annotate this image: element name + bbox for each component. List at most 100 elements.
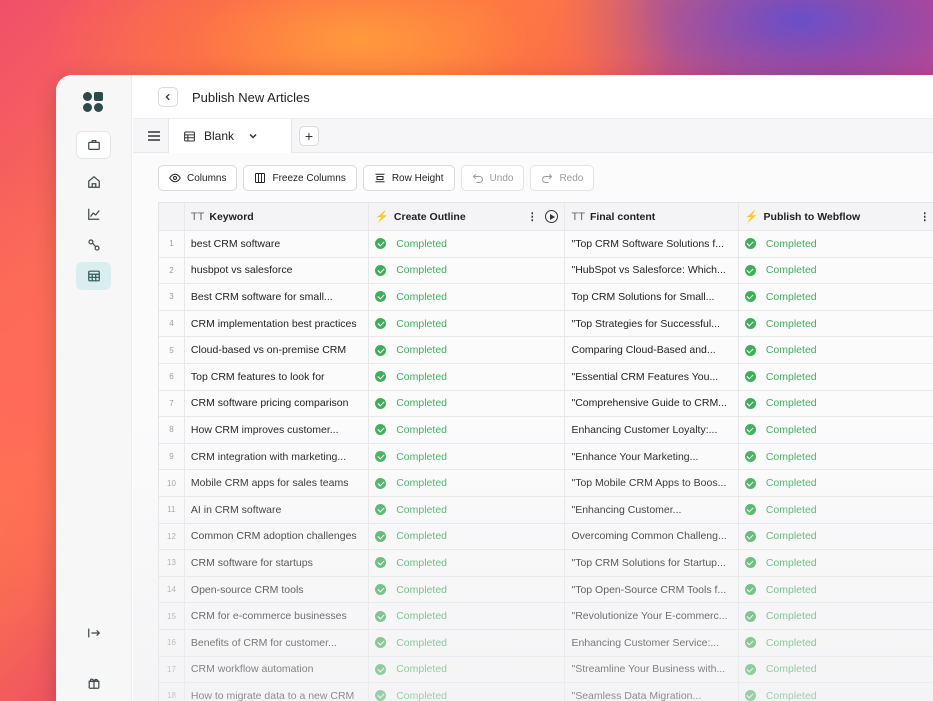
redo-button[interactable]: Redo bbox=[530, 165, 595, 191]
outline-cell[interactable]: Completed bbox=[369, 390, 566, 417]
final-content-cell[interactable]: "Top CRM Software Solutions f... bbox=[565, 231, 739, 257]
final-content-cell[interactable]: Enhancing Customer Loyalty:... bbox=[565, 417, 739, 443]
publish-cell[interactable]: Completed bbox=[739, 311, 933, 337]
run-icon[interactable] bbox=[545, 210, 559, 223]
keyword-cell[interactable]: CRM integration with marketing... bbox=[185, 443, 370, 470]
table-row[interactable]: 14 Open-source CRM tools Completed "Top Ope… bbox=[159, 576, 933, 604]
keyword-cell[interactable]: How to migrate data to a new CRM bbox=[185, 683, 370, 701]
keyword-cell[interactable]: CRM software for startups bbox=[185, 550, 370, 576]
publish-cell[interactable]: Completed bbox=[739, 550, 933, 576]
final-content-cell[interactable]: Top CRM Solutions for Small... bbox=[565, 284, 739, 310]
publish-cell[interactable]: Completed bbox=[739, 444, 933, 470]
final-content-cell[interactable]: "HubSpot vs Salesforce: Which... bbox=[565, 257, 739, 284]
home-icon[interactable] bbox=[76, 168, 111, 196]
outline-cell[interactable]: Completed bbox=[369, 603, 566, 629]
keyword-cell[interactable]: Open-source CRM tools bbox=[185, 576, 370, 603]
menu-icon[interactable] bbox=[146, 128, 162, 144]
column-header-final-content[interactable]: TT Final content bbox=[565, 203, 739, 230]
keyword-cell[interactable]: AI in CRM software bbox=[185, 496, 370, 523]
table-row[interactable]: 2 husbpot vs salesforce Completed "HubSpot … bbox=[159, 257, 933, 285]
keyword-cell[interactable]: CRM software pricing comparison bbox=[185, 390, 370, 417]
column-header-publish-webflow[interactable]: ⚡ Publish to Webflow ⋮ bbox=[739, 203, 933, 230]
table-row[interactable]: 9 CRM integration with marketing... Comple… bbox=[159, 443, 933, 471]
final-content-cell[interactable]: Comparing Cloud-Based and... bbox=[565, 337, 739, 363]
table-row[interactable]: 12 Common CRM adoption challenges Complete… bbox=[159, 523, 933, 551]
keyword-cell[interactable]: CRM for e-commerce businesses bbox=[185, 603, 370, 629]
final-content-cell[interactable]: "Enhance Your Marketing... bbox=[565, 443, 739, 470]
final-content-cell[interactable]: "Comprehensive Guide to CRM... bbox=[565, 390, 739, 417]
outline-cell[interactable]: Completed bbox=[369, 337, 566, 363]
publish-cell[interactable]: Completed bbox=[739, 417, 933, 443]
keyword-cell[interactable]: CRM workflow automation bbox=[185, 656, 370, 683]
outline-cell[interactable]: Completed bbox=[369, 231, 566, 257]
publish-cell[interactable]: Completed bbox=[739, 603, 933, 629]
publish-cell[interactable]: Completed bbox=[739, 391, 933, 417]
outline-cell[interactable]: Completed bbox=[369, 470, 566, 496]
publish-cell[interactable]: Completed bbox=[739, 497, 933, 523]
outline-cell[interactable]: Completed bbox=[369, 417, 566, 443]
outline-cell[interactable]: Completed bbox=[369, 257, 566, 284]
publish-cell[interactable]: Completed bbox=[739, 258, 933, 284]
more-vertical-icon[interactable]: ⋮ bbox=[920, 211, 931, 223]
logout-icon[interactable] bbox=[76, 619, 111, 647]
chart-icon[interactable] bbox=[76, 200, 111, 228]
final-content-cell[interactable]: "Essential CRM Features You... bbox=[565, 363, 739, 390]
publish-cell[interactable]: Completed bbox=[739, 231, 933, 257]
more-vertical-icon[interactable]: ⋮ bbox=[527, 211, 538, 223]
freeze-columns-button[interactable]: Freeze Columns bbox=[243, 165, 357, 191]
keyword-cell[interactable]: Cloud-based vs on-premise CRM bbox=[185, 337, 370, 363]
publish-cell[interactable]: Completed bbox=[739, 337, 933, 363]
row-height-button[interactable]: Row Height bbox=[362, 165, 455, 191]
table-row[interactable]: 7 CRM software pricing comparison Complete… bbox=[159, 390, 933, 418]
undo-button[interactable]: Undo bbox=[460, 165, 525, 191]
final-content-cell[interactable]: Enhancing Customer Service:... bbox=[565, 629, 739, 656]
outline-cell[interactable]: Completed bbox=[369, 284, 566, 310]
keyword-cell[interactable]: Mobile CRM apps for sales teams bbox=[185, 470, 370, 496]
publish-cell[interactable]: Completed bbox=[739, 524, 933, 550]
table-row[interactable]: 18 How to migrate data to a new CRM Comple… bbox=[159, 683, 933, 701]
table-row[interactable]: 5 Cloud-based vs on-premise CRM Completed C… bbox=[159, 337, 933, 364]
publish-cell[interactable]: Completed bbox=[739, 577, 933, 603]
outline-cell[interactable]: Completed bbox=[369, 576, 566, 603]
outline-cell[interactable]: Completed bbox=[369, 496, 566, 523]
workflow-icon[interactable] bbox=[76, 231, 111, 259]
table-row[interactable]: 10 Mobile CRM apps for sales teams Complet… bbox=[159, 470, 933, 497]
final-content-cell[interactable]: "Seamless Data Migration... bbox=[565, 683, 739, 701]
table-row[interactable]: 3 Best CRM software for small... Completed… bbox=[159, 284, 933, 311]
outline-cell[interactable]: Completed bbox=[369, 629, 566, 656]
keyword-cell[interactable]: How CRM improves customer... bbox=[185, 417, 370, 443]
table-row[interactable]: 15 CRM for e-commerce businesses Completed… bbox=[159, 603, 933, 630]
keyword-cell[interactable]: Common CRM adoption challenges bbox=[185, 523, 370, 550]
table-row[interactable]: 13 CRM software for startups Completed "Top… bbox=[159, 550, 933, 577]
back-button[interactable] bbox=[158, 87, 178, 107]
publish-cell[interactable]: Completed bbox=[739, 630, 933, 656]
column-header-keyword[interactable]: TT Keyword bbox=[185, 203, 370, 230]
publish-cell[interactable]: Completed bbox=[739, 364, 933, 390]
publish-cell[interactable]: Completed bbox=[739, 657, 933, 683]
final-content-cell[interactable]: "Top CRM Solutions for Startup... bbox=[565, 550, 739, 576]
outline-cell[interactable]: Completed bbox=[369, 656, 566, 683]
table-row[interactable]: 4 CRM implementation best practices Comple… bbox=[159, 310, 933, 338]
columns-button[interactable]: Columns bbox=[158, 165, 238, 191]
final-content-cell[interactable]: "Top Mobile CRM Apps to Boos... bbox=[565, 470, 739, 496]
table-row[interactable]: 16 Benefits of CRM for customer... Complet… bbox=[159, 629, 933, 657]
outline-cell[interactable]: Completed bbox=[369, 310, 566, 337]
final-content-cell[interactable]: "Top Strategies for Successful... bbox=[565, 310, 739, 337]
gift-icon[interactable] bbox=[76, 669, 111, 697]
keyword-cell[interactable]: best CRM software bbox=[185, 231, 370, 257]
publish-cell[interactable]: Completed bbox=[739, 683, 933, 701]
final-content-cell[interactable]: "Streamline Your Business with... bbox=[565, 656, 739, 683]
keyword-cell[interactable]: Benefits of CRM for customer... bbox=[185, 629, 370, 656]
tab-blank[interactable]: Blank bbox=[168, 119, 292, 153]
publish-cell[interactable]: Completed bbox=[739, 470, 933, 496]
outline-cell[interactable]: Completed bbox=[369, 550, 566, 576]
table-row[interactable]: 1 best CRM software Completed "Top CRM Soft… bbox=[159, 231, 933, 258]
final-content-cell[interactable]: "Revolutionize Your E-commerc... bbox=[565, 603, 739, 629]
keyword-cell[interactable]: Top CRM features to look for bbox=[185, 363, 370, 390]
keyword-cell[interactable]: CRM implementation best practices bbox=[185, 310, 370, 337]
keyword-cell[interactable]: Best CRM software for small... bbox=[185, 284, 370, 310]
column-header-create-outline[interactable]: ⚡ Create Outline ⋮ bbox=[369, 203, 566, 230]
table-row[interactable]: 6 Top CRM features to look for Completed "E… bbox=[159, 363, 933, 391]
outline-cell[interactable]: Completed bbox=[369, 523, 566, 550]
chevron-down-icon[interactable] bbox=[248, 131, 258, 141]
